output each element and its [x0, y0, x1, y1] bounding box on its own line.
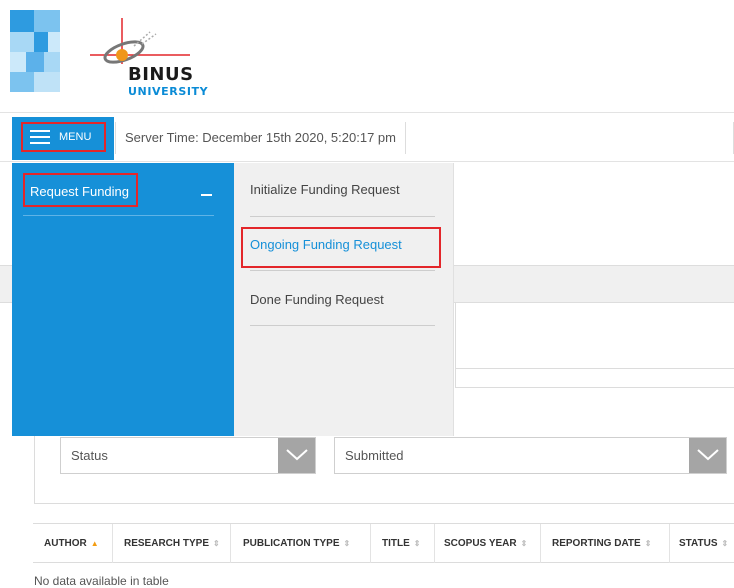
- status-value-label: Submitted: [345, 448, 404, 463]
- submenu-item-ongoing-funding-request[interactable]: Ongoing Funding Request: [250, 237, 402, 252]
- divider: [250, 216, 435, 217]
- submenu-item-done-funding-request[interactable]: Done Funding Request: [250, 292, 384, 307]
- column-header-publication-type[interactable]: PUBLICATION TYPE ⇕: [243, 524, 350, 563]
- column-header-research-type[interactable]: RESEARCH TYPE ⇕: [124, 524, 220, 563]
- dropdown-toggle[interactable]: [278, 438, 315, 473]
- divider: [250, 270, 435, 271]
- menu-button[interactable]: MENU: [12, 117, 114, 160]
- menu-button-highlight: MENU: [21, 122, 106, 152]
- sort-icon: ⇕: [644, 539, 652, 548]
- status-value-select[interactable]: Submitted: [334, 437, 727, 474]
- dropdown-toggle[interactable]: [689, 438, 726, 473]
- status-field-label: Status: [71, 448, 108, 463]
- side-menu: Request Funding: [12, 163, 234, 436]
- column-divider: [540, 524, 541, 563]
- hamburger-icon: [30, 130, 50, 144]
- binus-logo[interactable]: BINUS UNIVERSITY: [90, 18, 220, 102]
- decorative-squares-graphic: [10, 10, 60, 92]
- sub-menu: Initialize Funding Request Ongoing Fundi…: [234, 163, 454, 436]
- column-divider: [112, 524, 113, 563]
- column-divider: [370, 524, 371, 563]
- menu-item-request-funding[interactable]: Request Funding: [30, 184, 129, 199]
- chevron-down-icon: [286, 449, 308, 461]
- sort-ascending-icon: ▲: [90, 539, 99, 548]
- divider: [455, 303, 456, 388]
- submenu-item-initialize-funding-request[interactable]: Initialize Funding Request: [250, 182, 400, 197]
- sort-icon: ⇕: [721, 539, 729, 548]
- column-header-reporting-date[interactable]: REPORTING DATE ⇕: [552, 524, 651, 563]
- divider: [250, 325, 435, 326]
- logo-subtitle: UNIVERSITY: [128, 85, 209, 98]
- sort-icon: ⇕: [413, 539, 421, 548]
- column-header-scopus-year[interactable]: SCOPUS YEAR ⇕: [444, 524, 527, 563]
- logo-name: BINUS: [128, 64, 194, 85]
- column-divider: [434, 524, 435, 563]
- server-time: Server Time: December 15th 2020, 5:20:17…: [115, 122, 406, 154]
- minus-icon[interactable]: [201, 194, 212, 196]
- top-bar: MENU Server Time: December 15th 2020, 5:…: [0, 112, 734, 162]
- menu-label: MENU: [59, 131, 92, 143]
- table-empty-message: No data available in table: [34, 574, 169, 588]
- column-header-author[interactable]: AUTHOR ▲: [44, 524, 99, 563]
- divider: [455, 368, 734, 369]
- sort-icon: ⇕: [520, 539, 528, 548]
- divider: [23, 215, 214, 216]
- column-header-status[interactable]: STATUS ⇕: [679, 524, 728, 563]
- column-divider: [669, 524, 670, 563]
- sort-icon: ⇕: [213, 539, 220, 548]
- logo-emblem-icon: [90, 18, 190, 64]
- page: BINUS UNIVERSITY MENU Server Time: Decem…: [0, 0, 734, 588]
- header: BINUS UNIVERSITY: [0, 0, 734, 112]
- status-field-select[interactable]: Status: [60, 437, 316, 474]
- sort-icon: ⇕: [343, 539, 351, 548]
- table-header: AUTHOR ▲ RESEARCH TYPE ⇕ PUBLICATION TYPE ⇕…: [33, 523, 734, 563]
- chevron-down-icon: [697, 449, 719, 461]
- column-header-title[interactable]: TITLE ⇕: [382, 524, 420, 563]
- divider: [455, 387, 734, 388]
- column-divider: [230, 524, 231, 563]
